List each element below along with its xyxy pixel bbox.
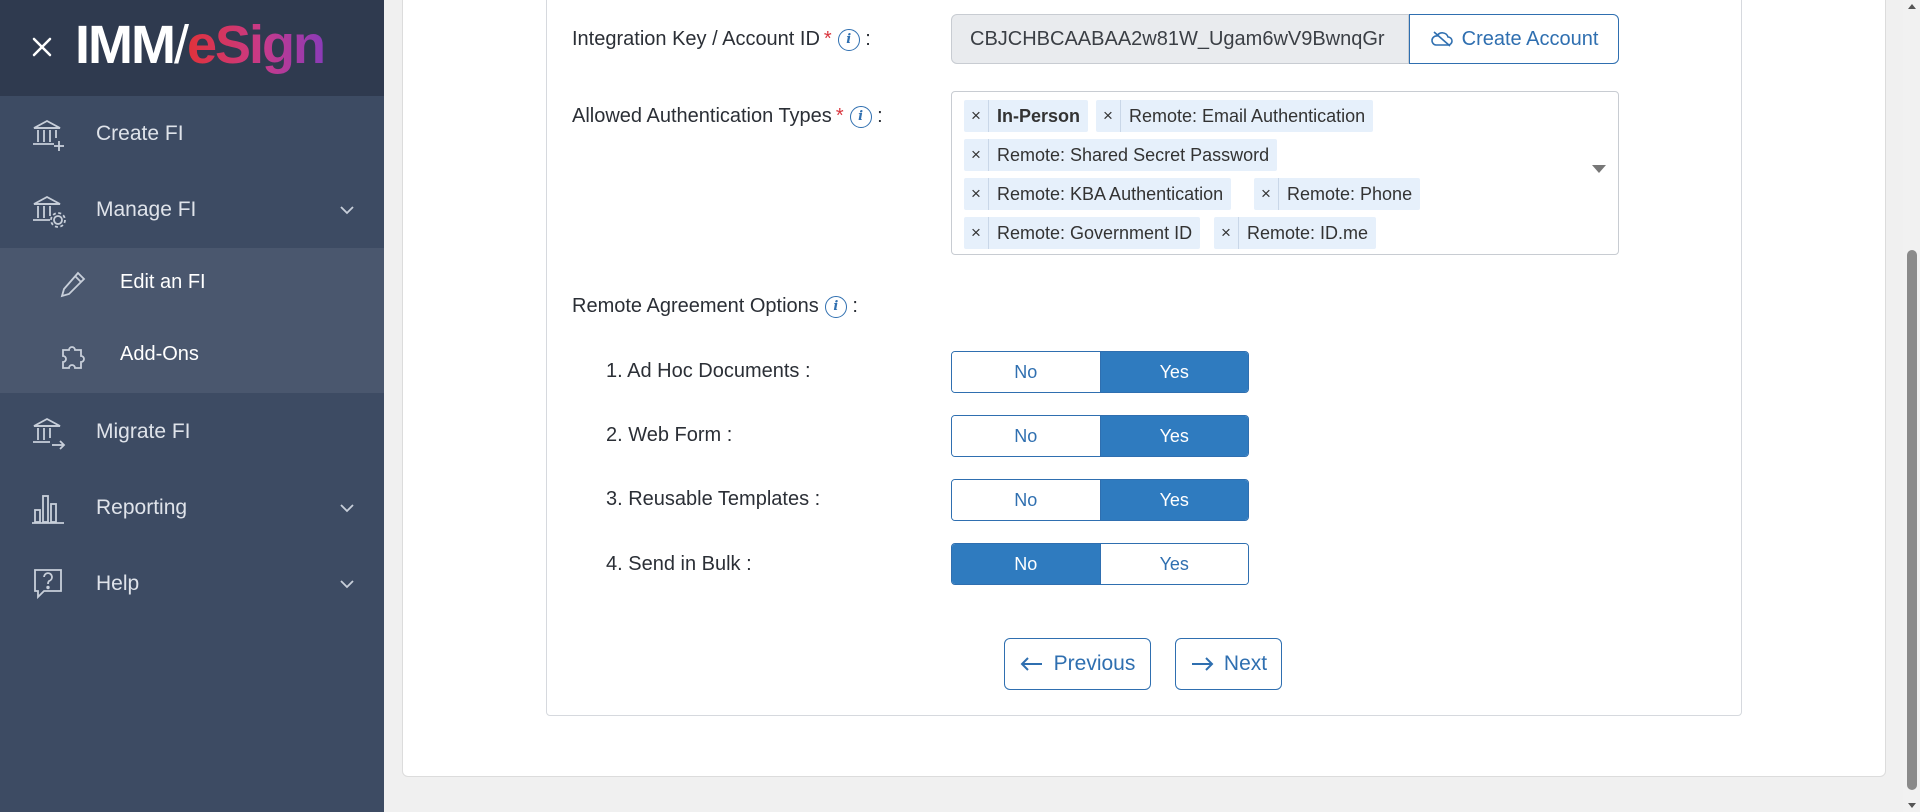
remove-tag-icon[interactable]: × [964, 100, 989, 132]
label-colon: : [865, 28, 871, 50]
reusable-templates-toggle: No Yes [951, 479, 1249, 521]
arrow-right-icon [1191, 657, 1214, 671]
remove-tag-icon[interactable]: × [1096, 100, 1121, 132]
field-label-text: Remote Agreement Options [572, 295, 819, 317]
puzzle-icon [62, 346, 85, 369]
no-option[interactable]: No [952, 416, 1100, 456]
label-colon: : [852, 295, 858, 317]
auth-types-label: Allowed Authentication Types * i : [572, 105, 883, 128]
remote-options-label: Remote Agreement Options i : [572, 295, 858, 318]
yes-option[interactable]: Yes [1099, 352, 1248, 392]
app-logo: IMM/eSign [75, 15, 326, 75]
previous-label: Previous [1053, 652, 1136, 675]
sidebar-item-migrate-fi[interactable]: Migrate FI [0, 394, 384, 470]
chevron-down-icon [340, 580, 354, 589]
yes-option[interactable]: Yes [1099, 480, 1248, 520]
sidebar-item-edit-an-fi[interactable]: Edit an FI [0, 248, 384, 320]
sidebar-header: IMM/eSign [0, 0, 384, 96]
sidebar-item-label: Help [96, 572, 140, 595]
sidebar-item-manage-fi[interactable]: Manage FI [0, 172, 384, 248]
remove-tag-icon[interactable]: × [964, 178, 989, 210]
info-icon[interactable]: i [824, 296, 847, 318]
ad-hoc-toggle: No Yes [951, 351, 1249, 393]
info-icon[interactable]: i [849, 106, 872, 128]
sidebar-item-help[interactable]: Help [0, 546, 384, 622]
integration-key-label: Integration Key / Account ID * i : [572, 28, 871, 51]
sidebar-item-label: Migrate FI [96, 420, 191, 443]
remove-tag-icon[interactable]: × [1254, 178, 1279, 210]
bank-gear-icon [33, 195, 66, 228]
caret-down-icon[interactable] [1592, 165, 1606, 173]
integration-key-input[interactable]: CBJCHBCAABAA2w81W_Ugam6wV9BwnqGr [951, 14, 1409, 64]
tag-label: In-Person [997, 106, 1081, 126]
no-option[interactable]: No [952, 544, 1100, 584]
auth-tag: × Remote: Phone [1254, 178, 1421, 210]
auth-tag: × Remote: KBA Authentication [964, 178, 1232, 210]
sidebar-item-label: Add-Ons [120, 343, 199, 365]
auth-tag: × In-Person [964, 100, 1089, 132]
option-label-reusable-templates: 3. Reusable Templates : [606, 488, 821, 510]
remove-tag-icon[interactable]: × [964, 217, 989, 249]
close-icon[interactable] [28, 33, 56, 61]
scrollbar-thumb[interactable] [1907, 250, 1917, 790]
tag-label: Remote: Email Authentication [1129, 106, 1366, 126]
bank-arrow-icon [33, 417, 66, 450]
sidebar-item-label: Create FI [96, 122, 184, 145]
auth-types-multiselect[interactable]: × In-Person × Remote: Email Authentication… [951, 91, 1619, 255]
tag-label: Remote: Phone [1287, 184, 1413, 204]
previous-button[interactable]: Previous [1004, 638, 1151, 690]
pencil-icon [60, 271, 86, 298]
manage-fi-submenu: Edit an FI Add-Ons [0, 248, 384, 393]
create-account-button[interactable]: Create Account [1409, 14, 1619, 64]
auth-tag: × Remote: Government ID [964, 217, 1201, 249]
sidebar-item-create-fi[interactable]: Create FI [0, 96, 384, 172]
sidebar-item-label: Edit an FI [120, 271, 206, 293]
scroll-down-arrow-icon[interactable] [1908, 803, 1916, 808]
sidebar-item-reporting[interactable]: Reporting [0, 470, 384, 546]
option-label-send-in-bulk: 4. Send in Bulk : [606, 553, 752, 575]
sidebar-item-label: Reporting [96, 496, 188, 519]
yes-option[interactable]: Yes [1099, 544, 1248, 584]
tag-label: Remote: ID.me [1247, 223, 1369, 243]
next-label: Next [1223, 652, 1268, 675]
yes-option[interactable]: Yes [1099, 416, 1248, 456]
sidebar-item-add-ons[interactable]: Add-Ons [0, 320, 384, 392]
tag-label: Remote: KBA Authentication [997, 184, 1224, 204]
sidebar: IMM/eSign Create FI Manage FI Edit an FI [0, 0, 384, 812]
no-option[interactable]: No [952, 352, 1100, 392]
bar-chart-icon [32, 495, 64, 524]
tag-label: Remote: Government ID [997, 223, 1193, 243]
auth-tag: × Remote: Email Authentication [1096, 100, 1374, 132]
auth-tag: × Remote: Shared Secret Password [964, 139, 1278, 171]
create-account-label: Create Account [1461, 27, 1599, 50]
web-form-toggle: No Yes [951, 415, 1249, 457]
remove-tag-icon[interactable]: × [964, 139, 989, 171]
chevron-down-icon [340, 206, 354, 215]
cloud-slash-icon [1430, 31, 1453, 47]
required-mark: * [835, 105, 844, 127]
chevron-down-icon [340, 504, 354, 513]
sidebar-item-label: Manage FI [96, 198, 197, 221]
no-option[interactable]: No [952, 480, 1100, 520]
required-mark: * [823, 28, 832, 50]
bank-plus-icon [33, 119, 64, 151]
field-label-text: Allowed Authentication Types [572, 105, 832, 127]
info-icon[interactable]: i [837, 29, 860, 51]
scroll-up-arrow-icon[interactable] [1908, 4, 1916, 9]
help-bubble-icon [34, 569, 62, 600]
option-label-web-form: 2. Web Form : [606, 424, 733, 446]
tag-label: Remote: Shared Secret Password [997, 145, 1270, 165]
field-label-text: Integration Key / Account ID [572, 28, 820, 50]
auth-tag: × Remote: ID.me [1214, 217, 1377, 249]
send-in-bulk-toggle: No Yes [951, 543, 1249, 585]
remove-tag-icon[interactable]: × [1214, 217, 1239, 249]
arrow-left-icon [1020, 657, 1042, 671]
scrollbar[interactable] [1903, 0, 1920, 812]
next-button[interactable]: Next [1175, 638, 1282, 690]
label-colon: : [877, 105, 883, 127]
option-label-ad-hoc: 1. Ad Hoc Documents : [606, 360, 811, 382]
